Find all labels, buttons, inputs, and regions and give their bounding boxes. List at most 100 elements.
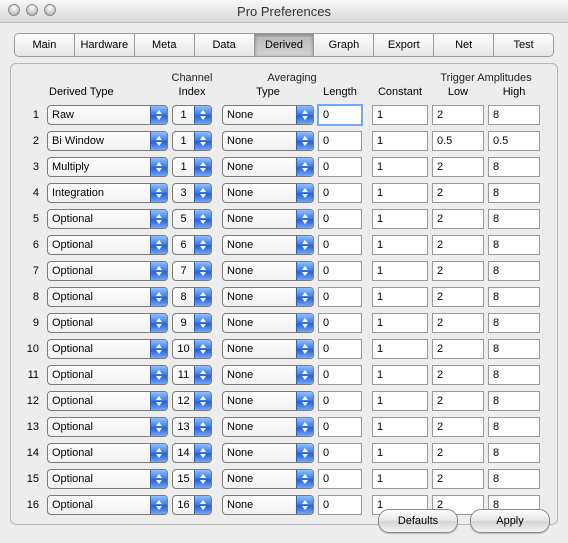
trigger-high-field[interactable]: 8 (488, 157, 540, 177)
channel-index-select[interactable]: 1 (172, 157, 212, 177)
tab-export[interactable]: Export (374, 34, 434, 56)
channel-index-select[interactable]: 7 (172, 261, 212, 281)
avg-type-select[interactable]: None (222, 131, 314, 151)
trigger-high-field[interactable]: 8 (488, 261, 540, 281)
trigger-low-field[interactable]: 2 (432, 235, 484, 255)
avg-type-select[interactable]: None (222, 105, 314, 125)
derived-type-select[interactable]: Optional (47, 235, 168, 255)
trigger-high-field[interactable]: 8 (488, 391, 540, 411)
trigger-high-field[interactable]: 8 (488, 469, 540, 489)
channel-index-select[interactable]: 1 (172, 131, 212, 151)
avg-length-field[interactable]: 0 (318, 235, 362, 255)
constant-field[interactable]: 1 (372, 157, 428, 177)
constant-field[interactable]: 1 (372, 313, 428, 333)
zoom-icon[interactable] (44, 4, 56, 16)
constant-field[interactable]: 1 (372, 209, 428, 229)
derived-type-select[interactable]: Bi Window (47, 131, 168, 151)
channel-index-select[interactable]: 16 (172, 495, 212, 515)
tab-main[interactable]: Main (15, 34, 75, 56)
derived-type-select[interactable]: Optional (47, 209, 168, 229)
trigger-low-field[interactable]: 2 (432, 417, 484, 437)
trigger-low-field[interactable]: 2 (432, 313, 484, 333)
avg-type-select[interactable]: None (222, 443, 314, 463)
avg-type-select[interactable]: None (222, 339, 314, 359)
derived-type-select[interactable]: Optional (47, 339, 168, 359)
tab-net[interactable]: Net (434, 34, 494, 56)
trigger-high-field[interactable]: 8 (488, 365, 540, 385)
trigger-high-field[interactable]: 8 (488, 339, 540, 359)
trigger-low-field[interactable]: 0.5 (432, 131, 484, 151)
avg-type-select[interactable]: None (222, 235, 314, 255)
constant-field[interactable]: 1 (372, 261, 428, 281)
trigger-high-field[interactable]: 8 (488, 417, 540, 437)
channel-index-select[interactable]: 8 (172, 287, 212, 307)
avg-type-select[interactable]: None (222, 209, 314, 229)
avg-type-select[interactable]: None (222, 261, 314, 281)
avg-length-field[interactable]: 0 (318, 313, 362, 333)
avg-length-field[interactable]: 0 (318, 183, 362, 203)
avg-length-field[interactable]: 0 (318, 261, 362, 281)
defaults-button[interactable]: Defaults (378, 509, 458, 533)
trigger-low-field[interactable]: 2 (432, 105, 484, 125)
channel-index-select[interactable]: 11 (172, 365, 212, 385)
derived-type-select[interactable]: Optional (47, 495, 168, 515)
derived-type-select[interactable]: Integration (47, 183, 168, 203)
avg-length-field[interactable]: 0 (318, 157, 362, 177)
derived-type-select[interactable]: Optional (47, 391, 168, 411)
trigger-low-field[interactable]: 2 (432, 391, 484, 411)
channel-index-select[interactable]: 5 (172, 209, 212, 229)
trigger-low-field[interactable]: 2 (432, 365, 484, 385)
derived-type-select[interactable]: Optional (47, 469, 168, 489)
trigger-low-field[interactable]: 2 (432, 443, 484, 463)
avg-length-field[interactable]: 0 (318, 391, 362, 411)
constant-field[interactable]: 1 (372, 287, 428, 307)
channel-index-select[interactable]: 15 (172, 469, 212, 489)
derived-type-select[interactable]: Optional (47, 365, 168, 385)
constant-field[interactable]: 1 (372, 469, 428, 489)
constant-field[interactable]: 1 (372, 131, 428, 151)
avg-type-select[interactable]: None (222, 287, 314, 307)
constant-field[interactable]: 1 (372, 365, 428, 385)
avg-length-field[interactable]: 0 (318, 209, 362, 229)
derived-type-select[interactable]: Optional (47, 261, 168, 281)
channel-index-select[interactable]: 12 (172, 391, 212, 411)
channel-index-select[interactable]: 10 (172, 339, 212, 359)
close-icon[interactable] (8, 4, 20, 16)
constant-field[interactable]: 1 (372, 339, 428, 359)
trigger-low-field[interactable]: 2 (432, 183, 484, 203)
derived-type-select[interactable]: Multiply (47, 157, 168, 177)
channel-index-select[interactable]: 6 (172, 235, 212, 255)
tab-derived[interactable]: Derived (255, 34, 315, 56)
channel-index-select[interactable]: 14 (172, 443, 212, 463)
trigger-low-field[interactable]: 2 (432, 339, 484, 359)
derived-type-select[interactable]: Optional (47, 287, 168, 307)
derived-type-select[interactable]: Optional (47, 313, 168, 333)
avg-length-field[interactable]: 0 (318, 495, 362, 515)
avg-length-field[interactable]: 0 (318, 339, 362, 359)
avg-length-field[interactable]: 0 (318, 105, 362, 125)
constant-field[interactable]: 1 (372, 235, 428, 255)
constant-field[interactable]: 1 (372, 417, 428, 437)
trigger-low-field[interactable]: 2 (432, 209, 484, 229)
trigger-high-field[interactable]: 8 (488, 183, 540, 203)
trigger-low-field[interactable]: 2 (432, 469, 484, 489)
derived-type-select[interactable]: Optional (47, 417, 168, 437)
tab-meta[interactable]: Meta (135, 34, 195, 56)
avg-type-select[interactable]: None (222, 469, 314, 489)
avg-type-select[interactable]: None (222, 313, 314, 333)
avg-type-select[interactable]: None (222, 365, 314, 385)
avg-length-field[interactable]: 0 (318, 287, 362, 307)
trigger-high-field[interactable]: 8 (488, 209, 540, 229)
derived-type-select[interactable]: Optional (47, 443, 168, 463)
tab-graph[interactable]: Graph (314, 34, 374, 56)
trigger-low-field[interactable]: 2 (432, 287, 484, 307)
avg-type-select[interactable]: None (222, 417, 314, 437)
trigger-low-field[interactable]: 2 (432, 261, 484, 281)
trigger-high-field[interactable]: 8 (488, 287, 540, 307)
avg-type-select[interactable]: None (222, 157, 314, 177)
trigger-high-field[interactable]: 8 (488, 443, 540, 463)
channel-index-select[interactable]: 1 (172, 105, 212, 125)
constant-field[interactable]: 1 (372, 183, 428, 203)
avg-type-select[interactable]: None (222, 495, 314, 515)
trigger-low-field[interactable]: 2 (432, 157, 484, 177)
